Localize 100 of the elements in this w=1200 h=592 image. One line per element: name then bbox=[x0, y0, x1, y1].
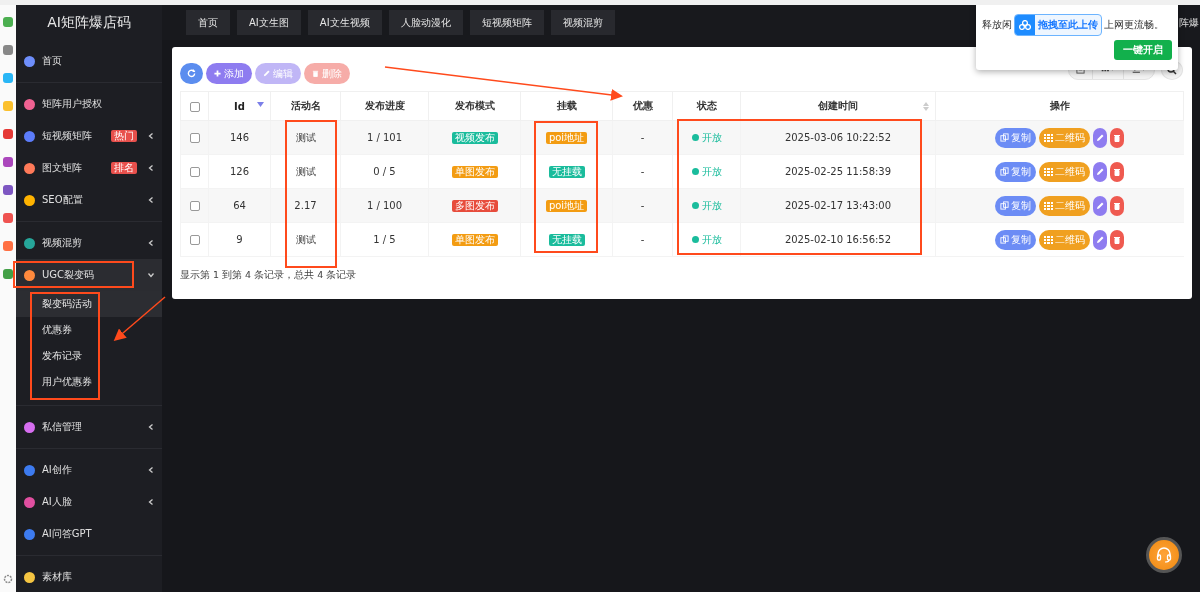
id-cell: 126 bbox=[229, 166, 250, 177]
top-nav-tab[interactable]: 视频混剪 bbox=[550, 10, 615, 35]
submenu-item[interactable]: 发布记录 bbox=[16, 343, 162, 369]
row-checkbox[interactable] bbox=[189, 235, 200, 245]
discount-cell: - bbox=[640, 132, 645, 143]
pencil-icon bbox=[263, 70, 270, 77]
discount-cell: - bbox=[640, 166, 645, 177]
id-cell: 64 bbox=[233, 200, 246, 211]
submenu-item[interactable]: 用户优惠券 bbox=[16, 369, 162, 395]
pencil-icon bbox=[1096, 235, 1105, 244]
sidebar-menu-item[interactable]: SEO配置 bbox=[16, 184, 162, 216]
trash-icon bbox=[1113, 235, 1122, 244]
submenu-item[interactable]: 裂变码活动 bbox=[16, 291, 162, 317]
mount-tag: poi地址 bbox=[545, 199, 588, 212]
top-nav-tab[interactable]: AI文生视频 bbox=[307, 10, 382, 35]
sort-icon[interactable] bbox=[923, 102, 929, 111]
grid-icon bbox=[1044, 133, 1054, 142]
sort-descending-icon[interactable] bbox=[257, 102, 264, 107]
progress-cell: 1 / 5 bbox=[373, 234, 396, 245]
sidebar-menu-item[interactable]: 视频混剪 bbox=[16, 227, 162, 259]
chevron-left-icon bbox=[148, 197, 154, 203]
menu-icon bbox=[24, 194, 35, 206]
name-cell: 2.17 bbox=[294, 200, 317, 211]
trash-icon bbox=[1113, 201, 1122, 210]
top-nav-tab[interactable]: 短视频矩阵 bbox=[469, 10, 544, 35]
grid-icon bbox=[1044, 167, 1054, 176]
top-nav-tab[interactable]: AI文生图 bbox=[237, 10, 301, 35]
name-cell: 测试 bbox=[295, 131, 316, 143]
publish-mode-tag: 多图发布 bbox=[451, 199, 498, 212]
edit-button[interactable] bbox=[1093, 229, 1108, 250]
sidebar-menu-item[interactable]: 私信管理 bbox=[16, 411, 162, 443]
pencil-icon bbox=[1096, 167, 1105, 176]
menu-icon bbox=[24, 55, 35, 67]
copy-icon bbox=[1000, 133, 1010, 142]
sidebar-menu-item[interactable]: 图文矩阵 排名 bbox=[16, 152, 162, 184]
name-cell: 测试 bbox=[295, 165, 316, 177]
status-text: 开放 bbox=[701, 164, 722, 179]
menu-icon bbox=[24, 130, 35, 142]
refresh-button[interactable] bbox=[180, 63, 203, 84]
popup-text: 释放闲 bbox=[982, 18, 1012, 32]
name-cell: 测试 bbox=[295, 233, 316, 245]
delete-button[interactable] bbox=[1110, 195, 1125, 216]
browser-app-icon[interactable] bbox=[3, 45, 13, 55]
edit-button[interactable] bbox=[1093, 161, 1108, 182]
status-text: 开放 bbox=[701, 198, 722, 213]
sidebar-menu-item[interactable]: AI问答GPT bbox=[16, 518, 162, 550]
browser-app-icon[interactable] bbox=[3, 185, 13, 195]
chevron-left-icon bbox=[148, 133, 154, 139]
grid-icon bbox=[1044, 201, 1054, 210]
chevron-left-icon bbox=[148, 499, 154, 505]
submenu-item[interactable]: 优惠券 bbox=[16, 317, 162, 343]
headset-icon bbox=[1155, 546, 1173, 564]
id-cell: 9 bbox=[236, 234, 243, 245]
app-logo-text: AI矩阵爆店码 bbox=[46, 12, 132, 32]
copy-icon bbox=[1000, 167, 1010, 176]
column-header: 优惠 bbox=[612, 91, 673, 121]
mount-tag: 无挂载 bbox=[548, 233, 585, 246]
grid-icon bbox=[1044, 235, 1054, 244]
menu-icon bbox=[24, 98, 35, 110]
sidebar-menu-item[interactable]: 短视频矩阵 热门 bbox=[16, 120, 162, 152]
menu-icon bbox=[24, 464, 35, 476]
copy-icon bbox=[1000, 201, 1010, 210]
edit-button[interactable] bbox=[1093, 127, 1108, 148]
created-time-cell: 2025-02-10 16:56:52 bbox=[784, 234, 892, 245]
sidebar-menu-item[interactable]: AI创作 bbox=[16, 454, 162, 486]
sidebar-menu-item[interactable]: AI人脸 bbox=[16, 486, 162, 518]
menu-icon bbox=[24, 496, 35, 508]
copy-icon bbox=[1000, 235, 1010, 244]
browser-app-icon[interactable] bbox=[3, 157, 13, 167]
id-cell: 146 bbox=[229, 132, 250, 143]
row-checkbox[interactable] bbox=[189, 201, 200, 211]
popup-text: 上网更流畅。 bbox=[1104, 18, 1164, 32]
top-nav-tab[interactable]: 人脸动漫化 bbox=[388, 10, 463, 35]
menu-icon bbox=[24, 528, 35, 540]
upload-drop-badge[interactable]: 拖拽至此上传 bbox=[1014, 14, 1102, 36]
delete-button[interactable] bbox=[1110, 127, 1125, 148]
row-checkbox[interactable] bbox=[189, 133, 200, 143]
browser-app-icon[interactable] bbox=[3, 213, 13, 223]
browser-app-icon[interactable] bbox=[3, 73, 13, 83]
progress-cell: 0 / 5 bbox=[373, 166, 396, 177]
annotation-arrow bbox=[113, 296, 166, 341]
select-all-checkbox[interactable] bbox=[189, 101, 200, 112]
browser-app-icon[interactable] bbox=[3, 17, 13, 27]
delete-button[interactable] bbox=[1110, 229, 1125, 250]
sidebar-menu-item[interactable]: 首页 bbox=[16, 45, 162, 77]
chevron-down-icon bbox=[148, 272, 154, 278]
browser-app-icon[interactable] bbox=[3, 129, 13, 139]
browser-app-icon[interactable] bbox=[3, 241, 13, 251]
row-checkbox[interactable] bbox=[189, 167, 200, 177]
created-time-cell: 2025-02-17 13:43:00 bbox=[784, 200, 892, 211]
cloud-icon bbox=[1015, 15, 1035, 35]
sidebar-menu-item[interactable]: 矩阵用户授权 bbox=[16, 88, 162, 120]
headset-support-button[interactable] bbox=[1146, 537, 1182, 573]
menu-badge: 排名 bbox=[111, 162, 137, 174]
edit-button[interactable] bbox=[1093, 195, 1108, 216]
publish-mode-tag: 单图发布 bbox=[451, 233, 498, 246]
top-nav-tab[interactable]: 首页 bbox=[186, 10, 230, 35]
sidebar-menu-item[interactable]: 素材库 bbox=[16, 561, 162, 592]
delete-button[interactable] bbox=[1110, 161, 1125, 182]
browser-app-icon[interactable] bbox=[3, 269, 13, 279]
